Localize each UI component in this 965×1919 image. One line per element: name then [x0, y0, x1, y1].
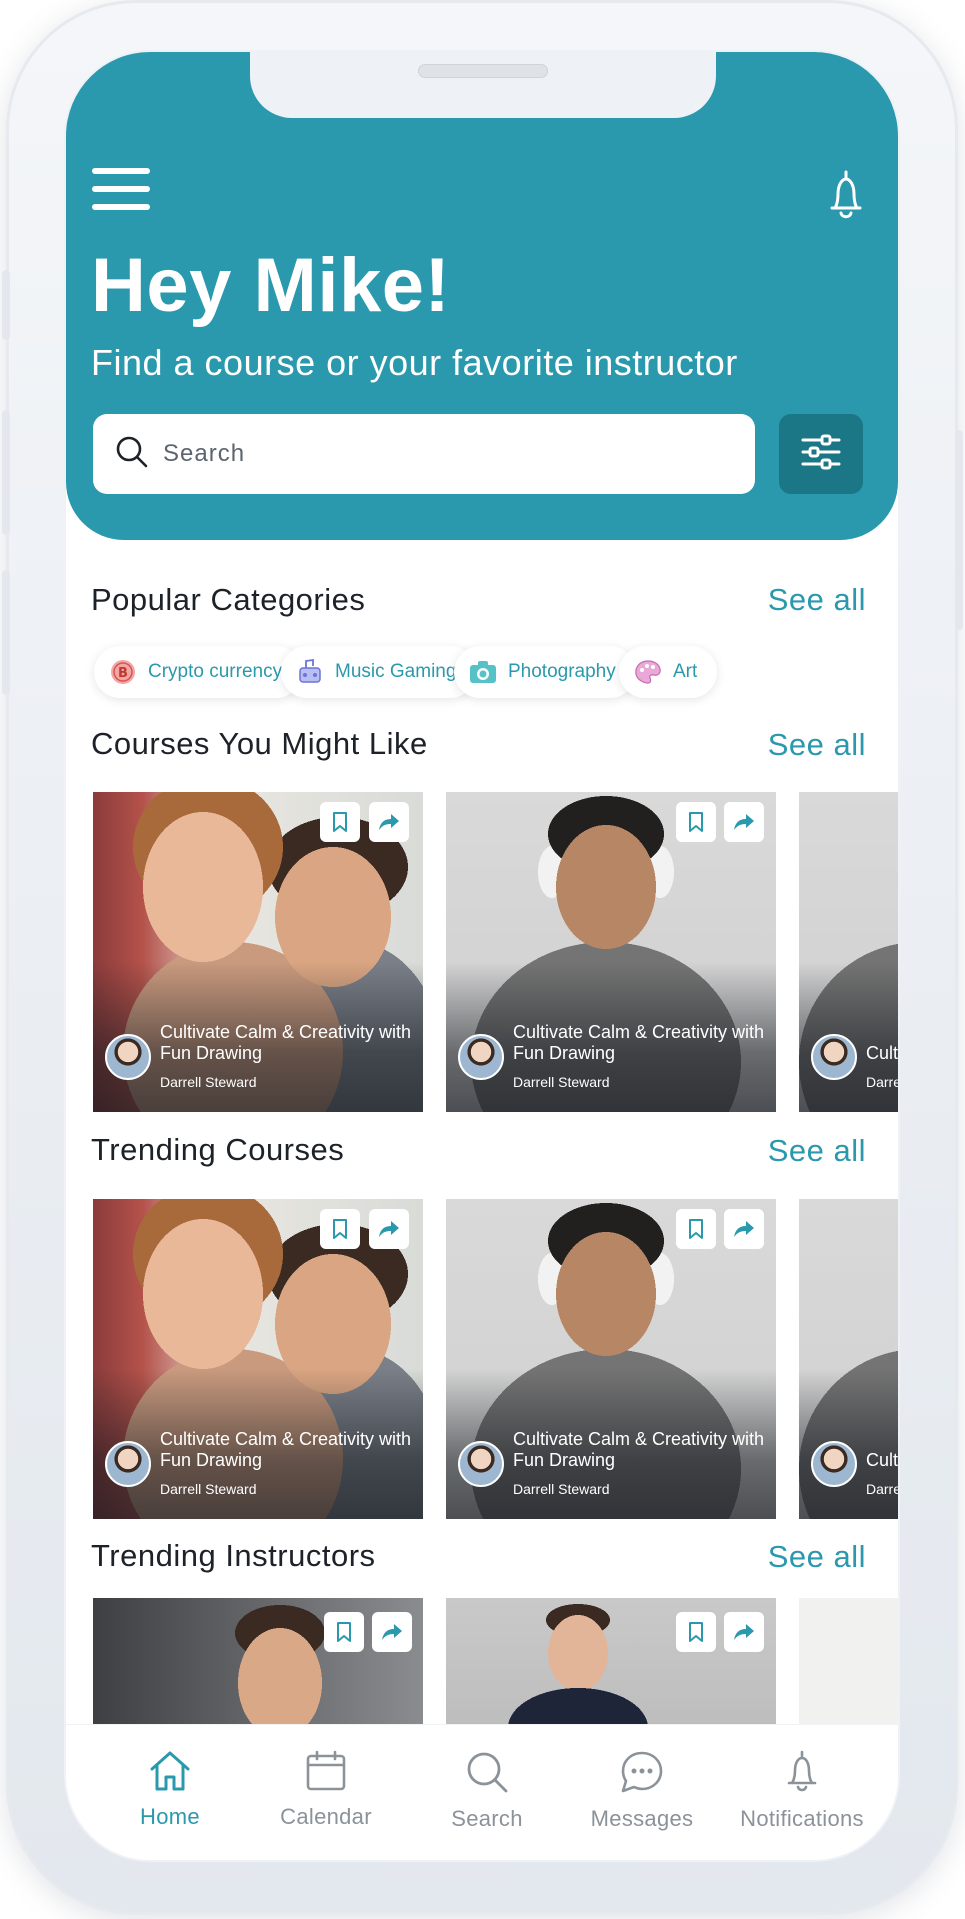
chip-label: Photography [508, 661, 616, 682]
search-icon [115, 435, 149, 474]
course-card[interactable]: Cultivate Calm & Creativity with Fun Dra… [799, 792, 898, 1112]
search-icon [464, 1752, 510, 1799]
sliders-icon [800, 432, 842, 477]
bottom-tab-bar: Home Calendar Search Messages Notificati… [66, 1724, 898, 1860]
chat-bubble-icon [619, 1751, 665, 1799]
tab-label: Home [140, 1804, 200, 1829]
trending-instructors-see-all[interactable]: See all [768, 1539, 866, 1575]
avatar [458, 1441, 504, 1487]
phone-screen: Hey Mike! Find a course or your favorite… [66, 52, 898, 1860]
course-author: Darrell Steward [160, 1074, 257, 1090]
instructor-actions [93, 1598, 423, 1728]
instructor-card[interactable] [93, 1598, 423, 1728]
svg-text:B: B [118, 666, 128, 681]
tab-calendar[interactable]: Calendar [251, 1749, 401, 1830]
search-input[interactable]: Search [93, 414, 755, 494]
course-author: Darrell Steward [866, 1074, 898, 1090]
avatar [458, 1034, 504, 1080]
speaker-grille [418, 64, 548, 78]
tab-label: Search [451, 1806, 523, 1831]
share-icon[interactable] [724, 802, 764, 842]
music-gaming-icon [295, 657, 325, 687]
course-title: Cultivate Calm & Creativity with Fun Dra… [866, 1043, 898, 1063]
search-placeholder: Search [163, 440, 246, 467]
course-card[interactable]: Cultivate Calm & Creativity with Fun Dra… [446, 1199, 776, 1519]
filter-button[interactable] [779, 414, 863, 494]
course-title: Cultivate Calm & Creativity with Fun Dra… [160, 1429, 412, 1470]
tab-label: Calendar [280, 1804, 372, 1829]
tab-notifications[interactable]: Notifications [717, 1749, 887, 1832]
tab-search[interactable]: Search [412, 1749, 562, 1832]
courses-you-might-like-see-all[interactable]: See all [768, 727, 866, 763]
bitcoin-icon: B [108, 657, 138, 687]
power-button [955, 430, 963, 630]
instructor-card[interactable] [446, 1598, 776, 1728]
volume-down-button [2, 570, 10, 695]
avatar [811, 1441, 857, 1487]
trending-courses-title: Trending Courses [91, 1132, 345, 1167]
palette-icon [633, 657, 663, 687]
greeting-title: Hey Mike! [91, 243, 451, 328]
course-card[interactable]: Cultivate Calm & Creativity with Fun Dra… [93, 792, 423, 1112]
bookmark-icon[interactable] [320, 802, 360, 842]
volume-up-button [2, 410, 10, 535]
tab-home[interactable]: Home [95, 1749, 245, 1830]
course-author: Darrell Steward [513, 1481, 610, 1497]
camera-icon [468, 657, 498, 687]
avatar [105, 1034, 151, 1080]
course-title: Cultivate Calm & Creativity with Fun Dra… [513, 1022, 765, 1063]
share-icon[interactable] [369, 1209, 409, 1249]
trending-courses-see-all[interactable]: See all [768, 1133, 866, 1169]
hamburger-menu-icon[interactable] [92, 168, 152, 212]
course-card[interactable]: Cultivate Calm & Creativity with Fun Dra… [446, 792, 776, 1112]
chip-label: Music Gaming [335, 661, 457, 682]
bookmark-icon[interactable] [676, 1612, 716, 1652]
chip-art[interactable]: Art [619, 646, 718, 698]
share-icon[interactable] [369, 802, 409, 842]
tab-label: Notifications [740, 1806, 864, 1831]
course-card[interactable]: Cultivate Calm & Creativity with Fun Dra… [93, 1199, 423, 1519]
home-icon [147, 1751, 193, 1797]
bookmark-icon[interactable] [676, 802, 716, 842]
course-author: Darrell Steward [866, 1481, 898, 1497]
chip-crypto-currency[interactable]: B Crypto currency [94, 646, 303, 698]
share-icon[interactable] [724, 1612, 764, 1652]
tab-messages[interactable]: Messages [567, 1749, 717, 1832]
chip-music-gaming[interactable]: Music Gaming [281, 646, 477, 698]
popular-categories-see-all[interactable]: See all [768, 582, 866, 618]
instructor-actions [446, 1598, 776, 1728]
instructor-card[interactable] [799, 1598, 898, 1728]
greeting-subtitle: Find a course or your favorite instructo… [91, 342, 738, 383]
calendar-icon [304, 1750, 348, 1797]
tab-label: Messages [590, 1806, 694, 1831]
course-title: Cultivate Calm & Creativity with Fun Dra… [513, 1429, 765, 1470]
silent-switch [2, 270, 10, 340]
avatar [811, 1034, 857, 1080]
header: Hey Mike! Find a course or your favorite… [66, 52, 898, 540]
course-author: Darrell Steward [160, 1481, 257, 1497]
notch [250, 52, 716, 118]
chip-label: Art [673, 661, 698, 682]
courses-you-might-like-title: Courses You Might Like [91, 726, 428, 761]
chip-photography[interactable]: Photography [454, 646, 636, 698]
avatar [105, 1441, 151, 1487]
share-icon[interactable] [724, 1209, 764, 1249]
bell-icon [782, 1750, 822, 1799]
course-title: Cultivate Calm & Creativity with Fun Dra… [160, 1022, 412, 1063]
bookmark-icon[interactable] [320, 1209, 360, 1249]
course-title: Cultivate Calm & Creativity with Fun Dra… [866, 1450, 898, 1470]
share-icon[interactable] [372, 1612, 412, 1652]
chip-label: Crypto currency [148, 661, 283, 682]
popular-categories-title: Popular Categories [91, 582, 366, 617]
bookmark-icon[interactable] [676, 1209, 716, 1249]
course-author: Darrell Steward [513, 1074, 610, 1090]
course-card[interactable]: Cultivate Calm & Creativity with Fun Dra… [799, 1199, 898, 1519]
bell-icon[interactable] [824, 168, 868, 224]
trending-instructors-title: Trending Instructors [91, 1538, 376, 1573]
bookmark-icon[interactable] [324, 1612, 364, 1652]
